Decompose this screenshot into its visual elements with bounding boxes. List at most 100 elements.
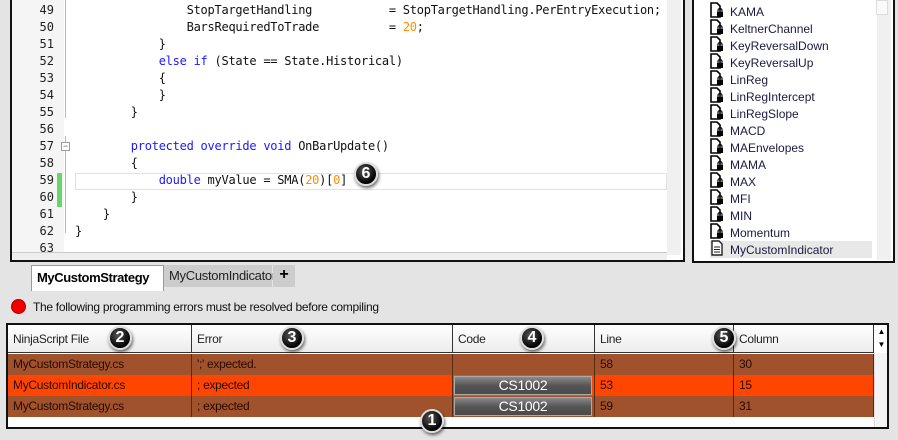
explorer-item[interactable]: MFI — [710, 189, 872, 207]
error-row[interactable]: MyCustomStrategy.cs ';' expected. 58 30 — [8, 354, 874, 375]
line-number: 59 — [39, 173, 54, 187]
scroll-down-icon[interactable]: ▼ — [874, 338, 887, 351]
cell-line: 59 — [595, 396, 734, 417]
explorer-item-label: KeyReversalDown — [730, 38, 829, 53]
collapse-icon[interactable]: − — [61, 142, 70, 151]
cell-file: MyCustomStrategy.cs — [8, 354, 192, 375]
code-line[interactable]: } — [75, 105, 138, 119]
explorer-item[interactable]: KAMA — [710, 2, 872, 20]
tab-mycustomstrategy[interactable]: MyCustomStrategy — [31, 265, 164, 291]
cell-error: ; expected — [192, 396, 453, 417]
explorer-item-label: MAX — [730, 174, 757, 189]
error-code-button[interactable]: CS1002 — [454, 376, 592, 395]
explorer-item-label: LinReg — [730, 72, 769, 87]
explorer-item[interactable]: LinRegIntercept — [710, 87, 872, 105]
callout-badge: 2 — [108, 326, 132, 350]
changed-line-marker — [57, 190, 62, 207]
explorer-item[interactable]: KeyReversalUp — [710, 53, 872, 71]
line-number: 50 — [39, 20, 54, 34]
explorer-item-label: MyCustomIndicator — [730, 242, 834, 257]
explorer-item-label: KeyReversalUp — [730, 55, 814, 70]
cell-column: 30 — [734, 354, 874, 375]
code-line[interactable]: } — [75, 190, 138, 204]
code-editor[interactable]: 49 StopTargetHandling = StopTargetHandli… — [10, 0, 685, 262]
scroll-up-icon[interactable]: ▲ — [874, 325, 887, 338]
cell-code — [453, 354, 595, 375]
code-line[interactable]: StopTargetHandling = StopTargetHandling.… — [75, 3, 662, 17]
explorer-item[interactable]: KeyReversalDown — [710, 36, 872, 54]
tab-mycustomindicator[interactable]: MyCustomIndicator — [164, 265, 276, 287]
explorer-item[interactable]: MAEnvelopes — [710, 138, 872, 156]
callout-badge: 6 — [354, 162, 378, 186]
explorer-item-label: LinRegIntercept — [730, 89, 815, 104]
callout-badge: 1 — [420, 409, 444, 433]
grid-scroll-buttons[interactable]: ▲ ▼ — [874, 325, 887, 353]
explorer-item-label: MACD — [730, 123, 766, 138]
explorer-item[interactable]: MyCustomIndicator — [710, 240, 872, 258]
explorer-item[interactable]: LinReg — [710, 70, 872, 88]
explorer-item[interactable]: MACD — [710, 121, 872, 139]
ninjascript-explorer: KAMA KeltnerChannel KeyReversalDown KeyReve… — [692, 0, 895, 263]
scroll-thumb[interactable] — [876, 0, 888, 15]
line-number: 58 — [39, 156, 54, 170]
line-number: 62 — [39, 224, 54, 238]
cell-file: MyCustomIndicator.cs — [8, 375, 192, 396]
error-grid: NinjaScript File Error Code Line Column MyCu… — [6, 323, 889, 429]
cell-line: 53 — [595, 375, 734, 396]
callout-badge: 3 — [280, 326, 304, 350]
editor-horizontal-scrollbar[interactable] — [12, 252, 667, 260]
explorer-item[interactable]: MIN — [710, 206, 872, 224]
code-line[interactable]: { — [75, 156, 138, 170]
cell-code: CS1002 — [453, 375, 595, 396]
explorer-scrollbar[interactable] — [876, 0, 891, 260]
fold-line — [65, 0, 66, 118]
code-line[interactable]: { — [75, 71, 166, 85]
explorer-item-label: MAEnvelopes — [730, 140, 805, 155]
fold-line — [65, 163, 66, 233]
grid-scrollbar[interactable] — [874, 353, 887, 427]
explorer-item-label: MIN — [730, 208, 752, 223]
code-line[interactable]: } — [75, 224, 82, 238]
line-number: 52 — [39, 54, 54, 68]
code-line[interactable]: } — [75, 207, 110, 221]
line-number: 54 — [39, 88, 54, 102]
line-number: 53 — [39, 71, 54, 85]
explorer-item-label: Momentum — [730, 225, 791, 240]
code-line[interactable]: } — [75, 37, 166, 51]
cell-column: 31 — [734, 396, 874, 417]
error-status-message: The following programming errors must be… — [33, 300, 379, 314]
column-header[interactable]: NinjaScript File — [8, 325, 192, 353]
line-number: 60 — [39, 190, 54, 204]
column-header[interactable]: Column — [734, 325, 874, 353]
code-line[interactable]: } — [75, 88, 166, 102]
error-row[interactable]: MyCustomIndicator.cs; expected CS1002 53 15 — [8, 375, 874, 396]
line-number: 56 — [39, 122, 54, 136]
explorer-item-label: MFI — [730, 191, 751, 206]
explorer-item[interactable]: KeltnerChannel — [710, 19, 872, 37]
line-number: 57 — [39, 139, 54, 153]
explorer-item[interactable]: Momentum — [710, 223, 872, 241]
explorer-item[interactable]: MAX — [710, 172, 872, 190]
explorer-item[interactable]: LinRegSlope — [710, 104, 872, 122]
error-code-button[interactable]: CS1002 — [454, 397, 592, 416]
editor-vertical-scrollbar[interactable] — [667, 0, 681, 255]
callout-badge: 5 — [712, 326, 736, 350]
line-number: 51 — [39, 37, 54, 51]
explorer-item-label: KeltnerChannel — [730, 21, 813, 36]
changed-line-marker — [57, 173, 62, 190]
code-line[interactable]: double myValue = SMA(20)[0] — [75, 173, 348, 187]
cell-column: 15 — [734, 375, 874, 396]
explorer-item-label: KAMA — [730, 4, 765, 19]
explorer-item-label: MAMA — [730, 157, 766, 172]
code-line[interactable]: else if (State == State.Historical) — [75, 54, 403, 68]
column-header[interactable]: Error — [192, 325, 453, 353]
cell-file: MyCustomStrategy.cs — [8, 396, 192, 417]
cell-line: 58 — [595, 354, 734, 375]
cell-code: CS1002 — [453, 396, 595, 417]
line-number: 61 — [39, 207, 54, 221]
code-line[interactable]: BarsRequiredToTrade = 20; — [75, 20, 424, 34]
code-line[interactable]: protected override void OnBarUpdate() — [75, 139, 389, 153]
explorer-item-label: LinRegSlope — [730, 106, 799, 121]
explorer-item[interactable]: MAMA — [710, 155, 872, 173]
add-tab-button[interactable]: + — [273, 265, 295, 287]
